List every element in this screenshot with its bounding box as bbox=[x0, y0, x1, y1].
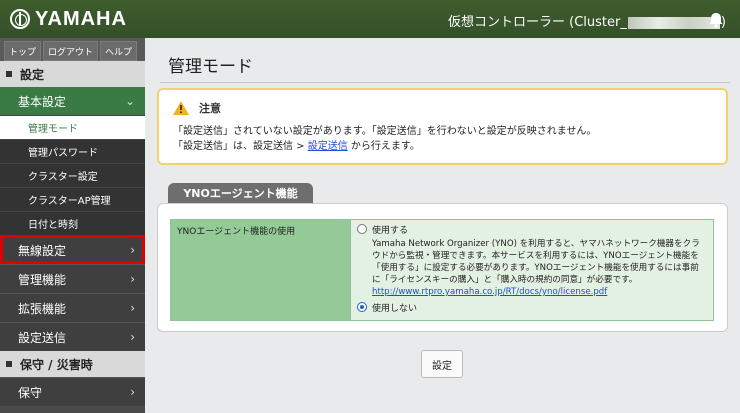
radio-nouse-selected[interactable] bbox=[357, 302, 367, 312]
yno-agent-tab: YNOエージェント機能 bbox=[168, 183, 313, 203]
notice-line1: 「設定送信」されていない設定があります。「設定送信」を行わないと設定が反映されま… bbox=[173, 126, 597, 137]
chevron-right-icon: › bbox=[130, 301, 135, 315]
nav-top-link[interactable]: トップ bbox=[4, 41, 42, 61]
notice-line2-suffix: から行えます。 bbox=[347, 141, 420, 152]
sidebar-item-management[interactable]: 管理機能 › bbox=[0, 264, 145, 293]
section-maintenance-label: 保守 / 災害時 bbox=[20, 357, 93, 372]
chevron-right-icon: › bbox=[130, 385, 135, 399]
sidebar-item-cluster-settings[interactable]: クラスター設定 bbox=[0, 163, 145, 187]
page-title: 管理モード bbox=[168, 57, 253, 77]
yno-description: Yamaha Network Organizer (YNO) を利用すると、ヤマ… bbox=[357, 238, 707, 298]
notice-heading-text: 注意 bbox=[199, 102, 221, 115]
nav-help-link[interactable]: ヘルプ bbox=[100, 41, 138, 61]
tuning-fork-logo-icon bbox=[10, 9, 30, 29]
warning-icon bbox=[173, 101, 189, 115]
sidebar-item-wireless[interactable]: 無線設定 › bbox=[0, 235, 145, 264]
sidebar-item-admin-password[interactable]: 管理パスワード bbox=[0, 139, 145, 163]
sidebar-item-label: 設定送信 bbox=[18, 330, 67, 345]
sidebar: トップ ログアウト ヘルプ 設定 基本設定 ⌄ 管理モード 管理パスワード クラ… bbox=[0, 38, 145, 413]
notice-heading: 注意 bbox=[173, 100, 712, 116]
section-maintenance: 保守 / 災害時 bbox=[0, 351, 145, 377]
sidebar-item-maintenance[interactable]: 保守 › bbox=[0, 377, 145, 406]
controller-title: 仮想コントローラー (Cluster_) bbox=[448, 11, 726, 30]
option-use[interactable]: 使用する bbox=[357, 223, 707, 236]
square-bullet-icon bbox=[6, 71, 12, 77]
sidebar-item-label: 無線設定 bbox=[18, 243, 67, 258]
chevron-down-icon: ⌄ bbox=[124, 94, 135, 108]
bell-icon[interactable] bbox=[707, 11, 725, 29]
sidebar-item-cluster-ap[interactable]: クラスターAP管理 bbox=[0, 187, 145, 211]
chevron-right-icon: › bbox=[130, 272, 135, 286]
yno-agent-options: 使用する Yamaha Network Organizer (YNO) を利用す… bbox=[351, 220, 713, 320]
sidebar-item-label: クラスター設定 bbox=[28, 172, 98, 183]
logo-text: YAMAHA bbox=[35, 7, 127, 30]
sidebar-item-send-settings[interactable]: 設定送信 › bbox=[0, 322, 145, 351]
option-nouse-label: 使用しない bbox=[372, 304, 418, 314]
sidebar-item-extensions[interactable]: 拡張機能 › bbox=[0, 293, 145, 322]
notice-line2-prefix: 「設定送信」は、設定送信 > bbox=[173, 141, 308, 152]
sidebar-item-label: 日付と時刻 bbox=[28, 220, 78, 231]
app-header: YAMAHA 仮想コントローラー (Cluster_) bbox=[0, 0, 740, 38]
option-nouse[interactable]: 使用しない bbox=[357, 301, 707, 314]
radio-use[interactable] bbox=[357, 224, 367, 234]
sidebar-item-admin-mode[interactable]: 管理モード bbox=[0, 115, 145, 139]
sidebar-item-label: 管理モード bbox=[28, 124, 78, 135]
sidebar-group-basic[interactable]: 基本設定 ⌄ bbox=[0, 87, 145, 115]
section-settings-label: 設定 bbox=[20, 67, 45, 82]
top-nav: トップ ログアウト ヘルプ bbox=[0, 38, 145, 61]
send-settings-link[interactable]: 設定送信 bbox=[308, 141, 348, 152]
yamaha-logo[interactable]: YAMAHA bbox=[10, 8, 127, 31]
sidebar-item-label: 管理パスワード bbox=[28, 148, 98, 159]
yno-agent-label: YNOエージェント機能の使用 bbox=[171, 220, 351, 320]
warning-notice: 注意 「設定送信」されていない設定があります。「設定送信」を行わないと設定が反映… bbox=[157, 88, 728, 165]
sidebar-item-label: 管理機能 bbox=[18, 272, 67, 287]
notice-line2: 「設定送信」は、設定送信 > 設定送信 から行えます。 bbox=[173, 139, 712, 154]
sidebar-item-label: 保守 bbox=[18, 385, 43, 400]
sidebar-item-label: クラスターAP管理 bbox=[28, 196, 111, 207]
apply-button[interactable]: 設定 bbox=[421, 350, 463, 378]
license-link[interactable]: http://www.rtpro.yamaha.co.jp/RT/docs/yn… bbox=[372, 286, 707, 298]
yno-agent-row: YNOエージェント機能の使用 使用する Yamaha Network Organ… bbox=[170, 219, 714, 321]
chevron-right-icon: › bbox=[130, 330, 135, 344]
controller-title-prefix: 仮想コントローラー (Cluster_ bbox=[448, 15, 627, 30]
yno-description-text: Yamaha Network Organizer (YNO) を利用すると、ヤマ… bbox=[372, 239, 700, 285]
sidebar-group-basic-label: 基本設定 bbox=[18, 94, 67, 109]
chevron-right-icon: › bbox=[130, 243, 135, 257]
option-use-label: 使用する bbox=[372, 226, 409, 236]
sidebar-item-label: 拡張機能 bbox=[18, 301, 67, 316]
square-bullet-icon bbox=[6, 361, 12, 367]
section-settings: 設定 bbox=[0, 61, 145, 87]
nav-logout-link[interactable]: ログアウト bbox=[43, 41, 99, 61]
main-content: 管理モード 注意 「設定送信」されていない設定があります。「設定送信」を行わない… bbox=[145, 38, 740, 413]
yno-agent-panel: YNOエージェント機能の使用 使用する Yamaha Network Organ… bbox=[157, 203, 728, 332]
title-divider bbox=[160, 82, 730, 83]
sidebar-item-date-time[interactable]: 日付と時刻 bbox=[0, 211, 145, 235]
